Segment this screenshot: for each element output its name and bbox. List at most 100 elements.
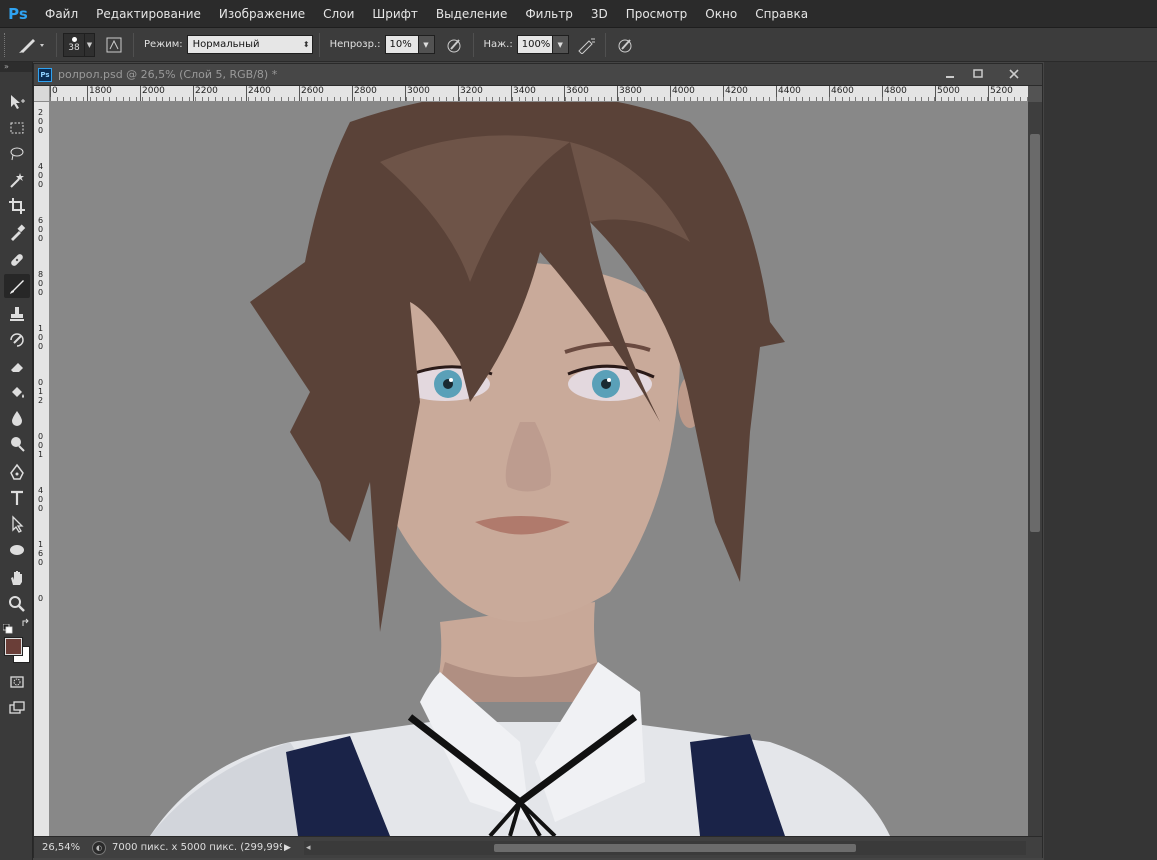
magic-wand-tool[interactable] — [4, 168, 30, 192]
ruler-minor-tick — [934, 97, 936, 101]
vertical-scroll-thumb[interactable] — [1030, 134, 1040, 532]
marquee-icon — [10, 122, 24, 134]
zoom-level-field[interactable]: 26,54% — [34, 842, 86, 853]
ruler-minor-tick — [828, 97, 830, 101]
zoom-tool[interactable] — [4, 592, 30, 616]
opacity-input[interactable]: 10% — [384, 35, 419, 54]
horizontal-ruler[interactable]: 0 1800 2000 2200 2400 2600 2800 3000 3200 3400 360… — [50, 86, 1028, 102]
quick-mask-button[interactable] — [4, 670, 30, 694]
pen-tool[interactable] — [4, 460, 30, 484]
brush-size-preview[interactable]: 38 — [63, 32, 85, 57]
ruler-tick-label: 4000 — [670, 86, 695, 101]
tool-preset-picker[interactable] — [12, 33, 50, 57]
shape-tool[interactable] — [4, 538, 30, 562]
clone-stamp-tool[interactable] — [4, 302, 30, 326]
ruler-minor-tick — [967, 97, 969, 101]
menu-type[interactable]: Шрифт — [363, 0, 427, 28]
opacity-pressure-toggle[interactable] — [441, 33, 467, 57]
flow-input[interactable]: 100% — [516, 35, 553, 54]
eyedropper-tool[interactable] — [4, 220, 30, 244]
ruler-minor-tick — [795, 97, 797, 101]
ruler-minor-tick — [432, 97, 434, 101]
horizontal-scroll-thumb[interactable] — [494, 844, 856, 852]
close-button[interactable] — [996, 64, 1032, 84]
ruler-minor-tick — [195, 97, 197, 101]
screen-mode-button[interactable] — [4, 696, 30, 720]
ruler-minor-tick — [162, 97, 164, 101]
hand-tool[interactable] — [4, 566, 30, 590]
document-tab[interactable]: Ps ролрол.psd @ 26,5% (Слой 5, RGB/8) * — [34, 64, 1042, 86]
mode-select[interactable]: Нормальный ⬍ — [186, 35, 313, 54]
brush-tip-icon — [71, 36, 77, 42]
ruler-tick-digit: 0 — [38, 234, 44, 243]
status-menu-arrow-icon[interactable]: ▶ — [284, 843, 291, 853]
menu-file[interactable]: Файл — [36, 0, 87, 28]
blur-tool[interactable] — [4, 406, 30, 430]
restore-button[interactable] — [960, 64, 996, 84]
paint-bucket-tool[interactable] — [4, 380, 30, 404]
ruler-origin[interactable] — [34, 86, 50, 102]
ruler-minor-tick — [564, 97, 566, 101]
ruler-minor-tick — [413, 97, 414, 101]
tools-panel-collapse[interactable]: » — [0, 62, 32, 72]
pressure-size-icon — [618, 38, 632, 52]
ruler-tick-digit: 0 — [38, 495, 44, 504]
ruler-minor-tick — [743, 97, 744, 101]
history-brush-tool[interactable] — [4, 328, 30, 352]
ruler-minor-tick — [360, 97, 362, 101]
ruler-minor-tick — [63, 97, 65, 101]
healing-brush-tool[interactable] — [4, 248, 30, 272]
scroll-left-icon[interactable]: ◂ — [306, 841, 311, 855]
brush-size-value: 38 — [68, 42, 80, 53]
options-grip[interactable] — [4, 32, 12, 57]
ruler-minor-tick — [888, 97, 890, 101]
menu-layers[interactable]: Слои — [314, 0, 363, 28]
brush-picker-arrow[interactable]: ▼ — [85, 32, 95, 57]
dodge-tool[interactable] — [4, 432, 30, 456]
canvas[interactable] — [50, 102, 1028, 836]
pressure-size-toggle[interactable] — [612, 33, 638, 57]
ruler-tick-digit: 0 — [38, 504, 44, 513]
menu-window[interactable]: Окно — [696, 0, 746, 28]
path-selection-tool[interactable] — [4, 512, 30, 536]
vertical-ruler[interactable]: 2004006008001000120014001600 — [34, 102, 50, 836]
opacity-slider-arrow[interactable]: ▼ — [418, 35, 435, 54]
ruler-minor-tick — [782, 97, 784, 101]
menu-image[interactable]: Изображение — [210, 0, 314, 28]
menu-edit[interactable]: Редактирование — [87, 0, 210, 28]
brush-tool-icon — [10, 280, 24, 294]
ruler-minor-tick — [505, 97, 507, 101]
type-tool[interactable] — [4, 486, 30, 510]
eraser-tool[interactable] — [4, 354, 30, 378]
status-info-icon[interactable]: ◐ — [92, 840, 106, 855]
separator — [472, 32, 474, 57]
ruler-minor-tick — [459, 97, 461, 101]
lasso-tool[interactable] — [4, 142, 30, 166]
foreground-color-swatch[interactable] — [4, 637, 23, 656]
menu-3d[interactable]: 3D — [582, 0, 617, 28]
screen-mode-icon — [9, 701, 25, 714]
menu-view[interactable]: Просмотр — [617, 0, 697, 28]
flow-slider-arrow[interactable]: ▼ — [552, 35, 569, 54]
stamp-icon — [10, 307, 24, 321]
ruler-tick-digit: 0 — [38, 333, 44, 342]
menu-filter[interactable]: Фильтр — [516, 0, 581, 28]
ruler-minor-tick — [637, 97, 639, 101]
ruler-minor-tick — [122, 97, 124, 101]
menu-select[interactable]: Выделение — [427, 0, 516, 28]
move-tool[interactable] — [4, 90, 30, 114]
swap-colors-button[interactable] — [21, 618, 31, 628]
brush-panel-toggle[interactable] — [101, 33, 127, 57]
vertical-scrollbar[interactable] — [1028, 102, 1042, 836]
restore-icon — [973, 69, 983, 78]
marquee-tool[interactable] — [4, 116, 30, 140]
brush-tool[interactable] — [4, 274, 30, 298]
document-window: Ps ролрол.psd @ 26,5% (Слой 5, RGB/8) * … — [33, 63, 1043, 858]
crop-tool[interactable] — [4, 194, 30, 218]
ruler-minor-tick — [479, 97, 480, 101]
pressure-opacity-icon — [447, 38, 460, 52]
default-colors-button[interactable] — [2, 619, 13, 634]
airbrush-toggle[interactable] — [573, 33, 599, 57]
menu-help[interactable]: Справка — [746, 0, 817, 28]
horizontal-scrollbar[interactable]: ◂ — [304, 841, 1026, 855]
